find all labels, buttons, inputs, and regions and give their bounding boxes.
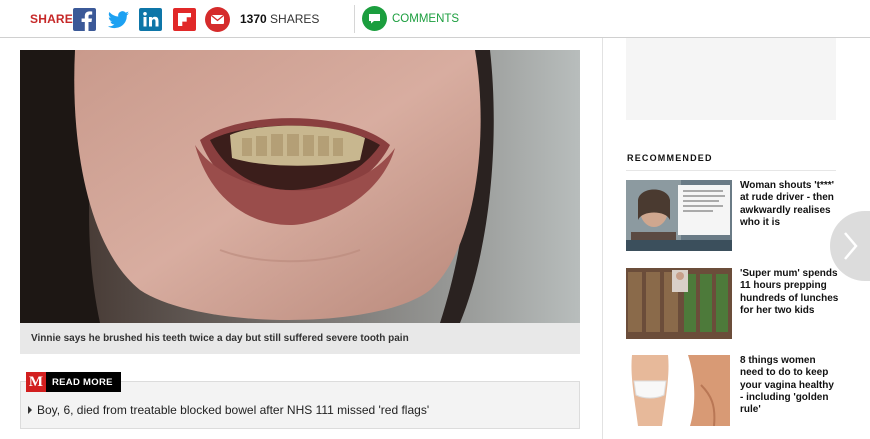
twitter-icon[interactable] [107,8,130,31]
ad-slot [626,38,836,120]
recommended-headline[interactable]: 'Super mum' spends 11 hours prepping hun… [740,268,840,317]
recommended-thumbnail[interactable] [626,355,732,426]
share-bar: SHARE 1370 SHARES COMMENTS [0,0,870,38]
article-image [20,50,580,323]
image-caption: Vinnie says he brushed his teeth twice a… [20,323,580,354]
recommended-headline[interactable]: Woman shouts 't***' at rude driver - the… [740,180,840,229]
read-more-link[interactable]: Boy, 6, died from treatable blocked bowe… [28,403,429,417]
read-more-tag: M READ MORE [26,372,121,392]
triangle-right-icon [28,406,32,414]
linkedin-icon[interactable] [139,8,162,31]
read-more-link-text[interactable]: Boy, 6, died from treatable blocked bowe… [37,403,429,417]
sidebar-divider [602,38,603,439]
recommended-thumbnail[interactable] [626,268,732,339]
shares-number: 1370 [240,12,267,26]
share-label: SHARE [30,12,74,26]
email-icon[interactable] [205,7,230,32]
read-more-label: READ MORE [52,376,113,388]
recommended-thumbnail[interactable] [626,180,732,251]
facebook-icon[interactable] [73,8,96,31]
chevron-right-icon [844,232,858,260]
flipboard-icon[interactable] [173,8,196,31]
comments-link[interactable]: COMMENTS [392,13,459,25]
shares-count: 1370 SHARES [240,12,319,26]
shares-suffix: SHARES [270,12,320,26]
recommended-headline[interactable]: 8 things women need to do to keep your v… [740,355,840,416]
comment-icon[interactable] [362,6,387,31]
share-divider [354,5,355,33]
recommended-rule [626,170,836,171]
recommended-title: RECOMMENDED [627,153,713,163]
mirror-logo: M [26,372,46,392]
